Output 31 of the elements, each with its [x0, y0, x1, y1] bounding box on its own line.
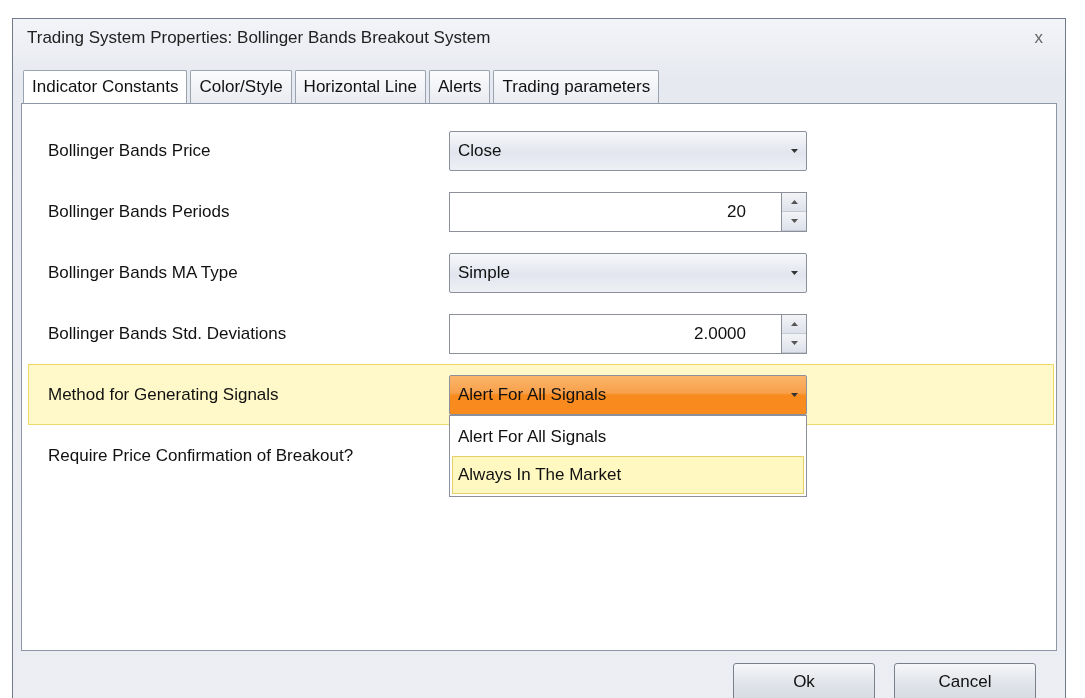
down-arrow-icon: [790, 218, 798, 223]
tab[interactable]: Color/Style: [190, 70, 292, 103]
tab[interactable]: Alerts: [429, 70, 491, 103]
field-label: Bollinger Bands Std. Deviations: [47, 323, 288, 344]
dropdown[interactable]: Close: [449, 130, 807, 171]
caret-icon: [791, 148, 798, 153]
field-label: Bollinger Bands MA Type: [47, 262, 239, 283]
field-label: Method for Generating Signals: [47, 384, 280, 405]
caret-icon: [791, 270, 798, 275]
dropdown[interactable]: Alert For All Signals: [449, 374, 807, 415]
field-label: Require Price Confirmation of Breakout?: [47, 445, 355, 466]
caret-icon: [791, 392, 798, 397]
tab[interactable]: Indicator Constants: [23, 70, 188, 103]
number-field[interactable]: 2.0000: [449, 313, 781, 354]
cancel-button[interactable]: Cancel: [894, 662, 1036, 698]
spin-up-button[interactable]: [782, 314, 806, 334]
up-arrow-icon: [790, 321, 798, 326]
down-arrow-icon: [790, 340, 798, 345]
dropdown[interactable]: Simple: [449, 252, 807, 293]
tab[interactable]: Trading parameters: [493, 70, 660, 103]
close-button[interactable]: x: [1028, 26, 1049, 49]
window-title: Trading System Properties: Bollinger Bands Breakout System: [27, 27, 491, 48]
spin-up-button[interactable]: [782, 192, 806, 212]
ok-button[interactable]: Ok: [733, 662, 875, 698]
number-field[interactable]: 20: [449, 191, 781, 232]
dropdown-option[interactable]: Always In The Market: [452, 455, 804, 494]
tab[interactable]: Horizontal Line: [294, 70, 426, 103]
dropdown-option[interactable]: Alert For All Signals: [452, 417, 804, 456]
field-label: Bollinger Bands Periods: [47, 201, 231, 222]
up-arrow-icon: [790, 199, 798, 204]
field-label: Bollinger Bands Price: [47, 140, 212, 161]
